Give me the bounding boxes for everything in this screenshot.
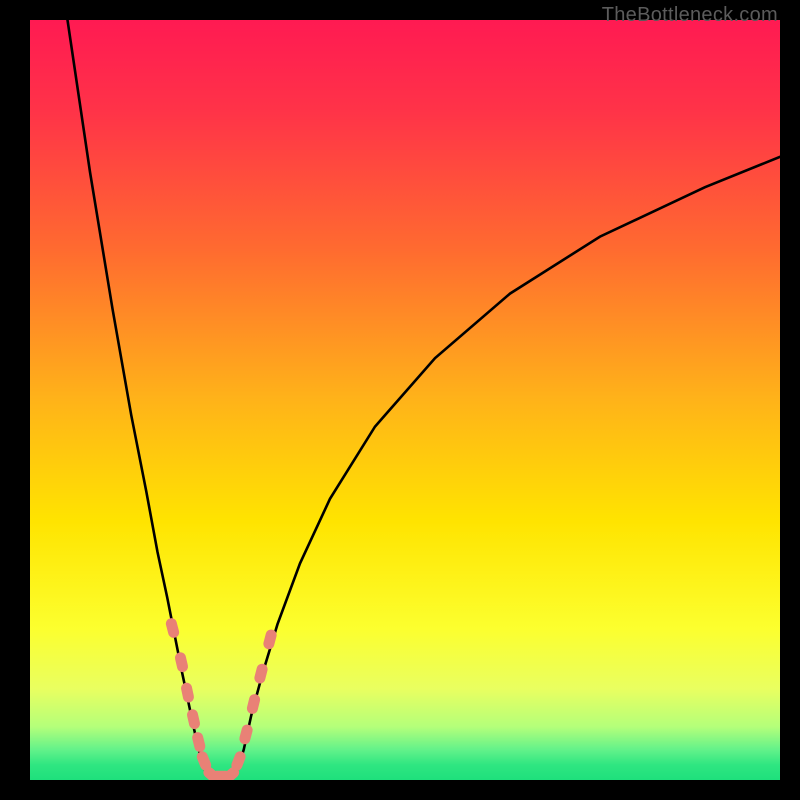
chart-svg (30, 20, 780, 780)
curve-marker (191, 731, 207, 753)
curve-markers (165, 617, 278, 780)
curve-right-branch (236, 157, 780, 774)
curve-marker (180, 682, 195, 704)
plot-area (30, 20, 780, 780)
watermark-text: TheBottleneck.com (602, 4, 778, 27)
curve-marker (238, 723, 254, 745)
curve-marker (165, 617, 181, 639)
curve-marker (253, 663, 269, 685)
curve-marker (174, 651, 189, 673)
chart-frame: TheBottleneck.com (0, 0, 800, 800)
curve-marker (246, 693, 261, 715)
curve-marker (186, 708, 201, 730)
